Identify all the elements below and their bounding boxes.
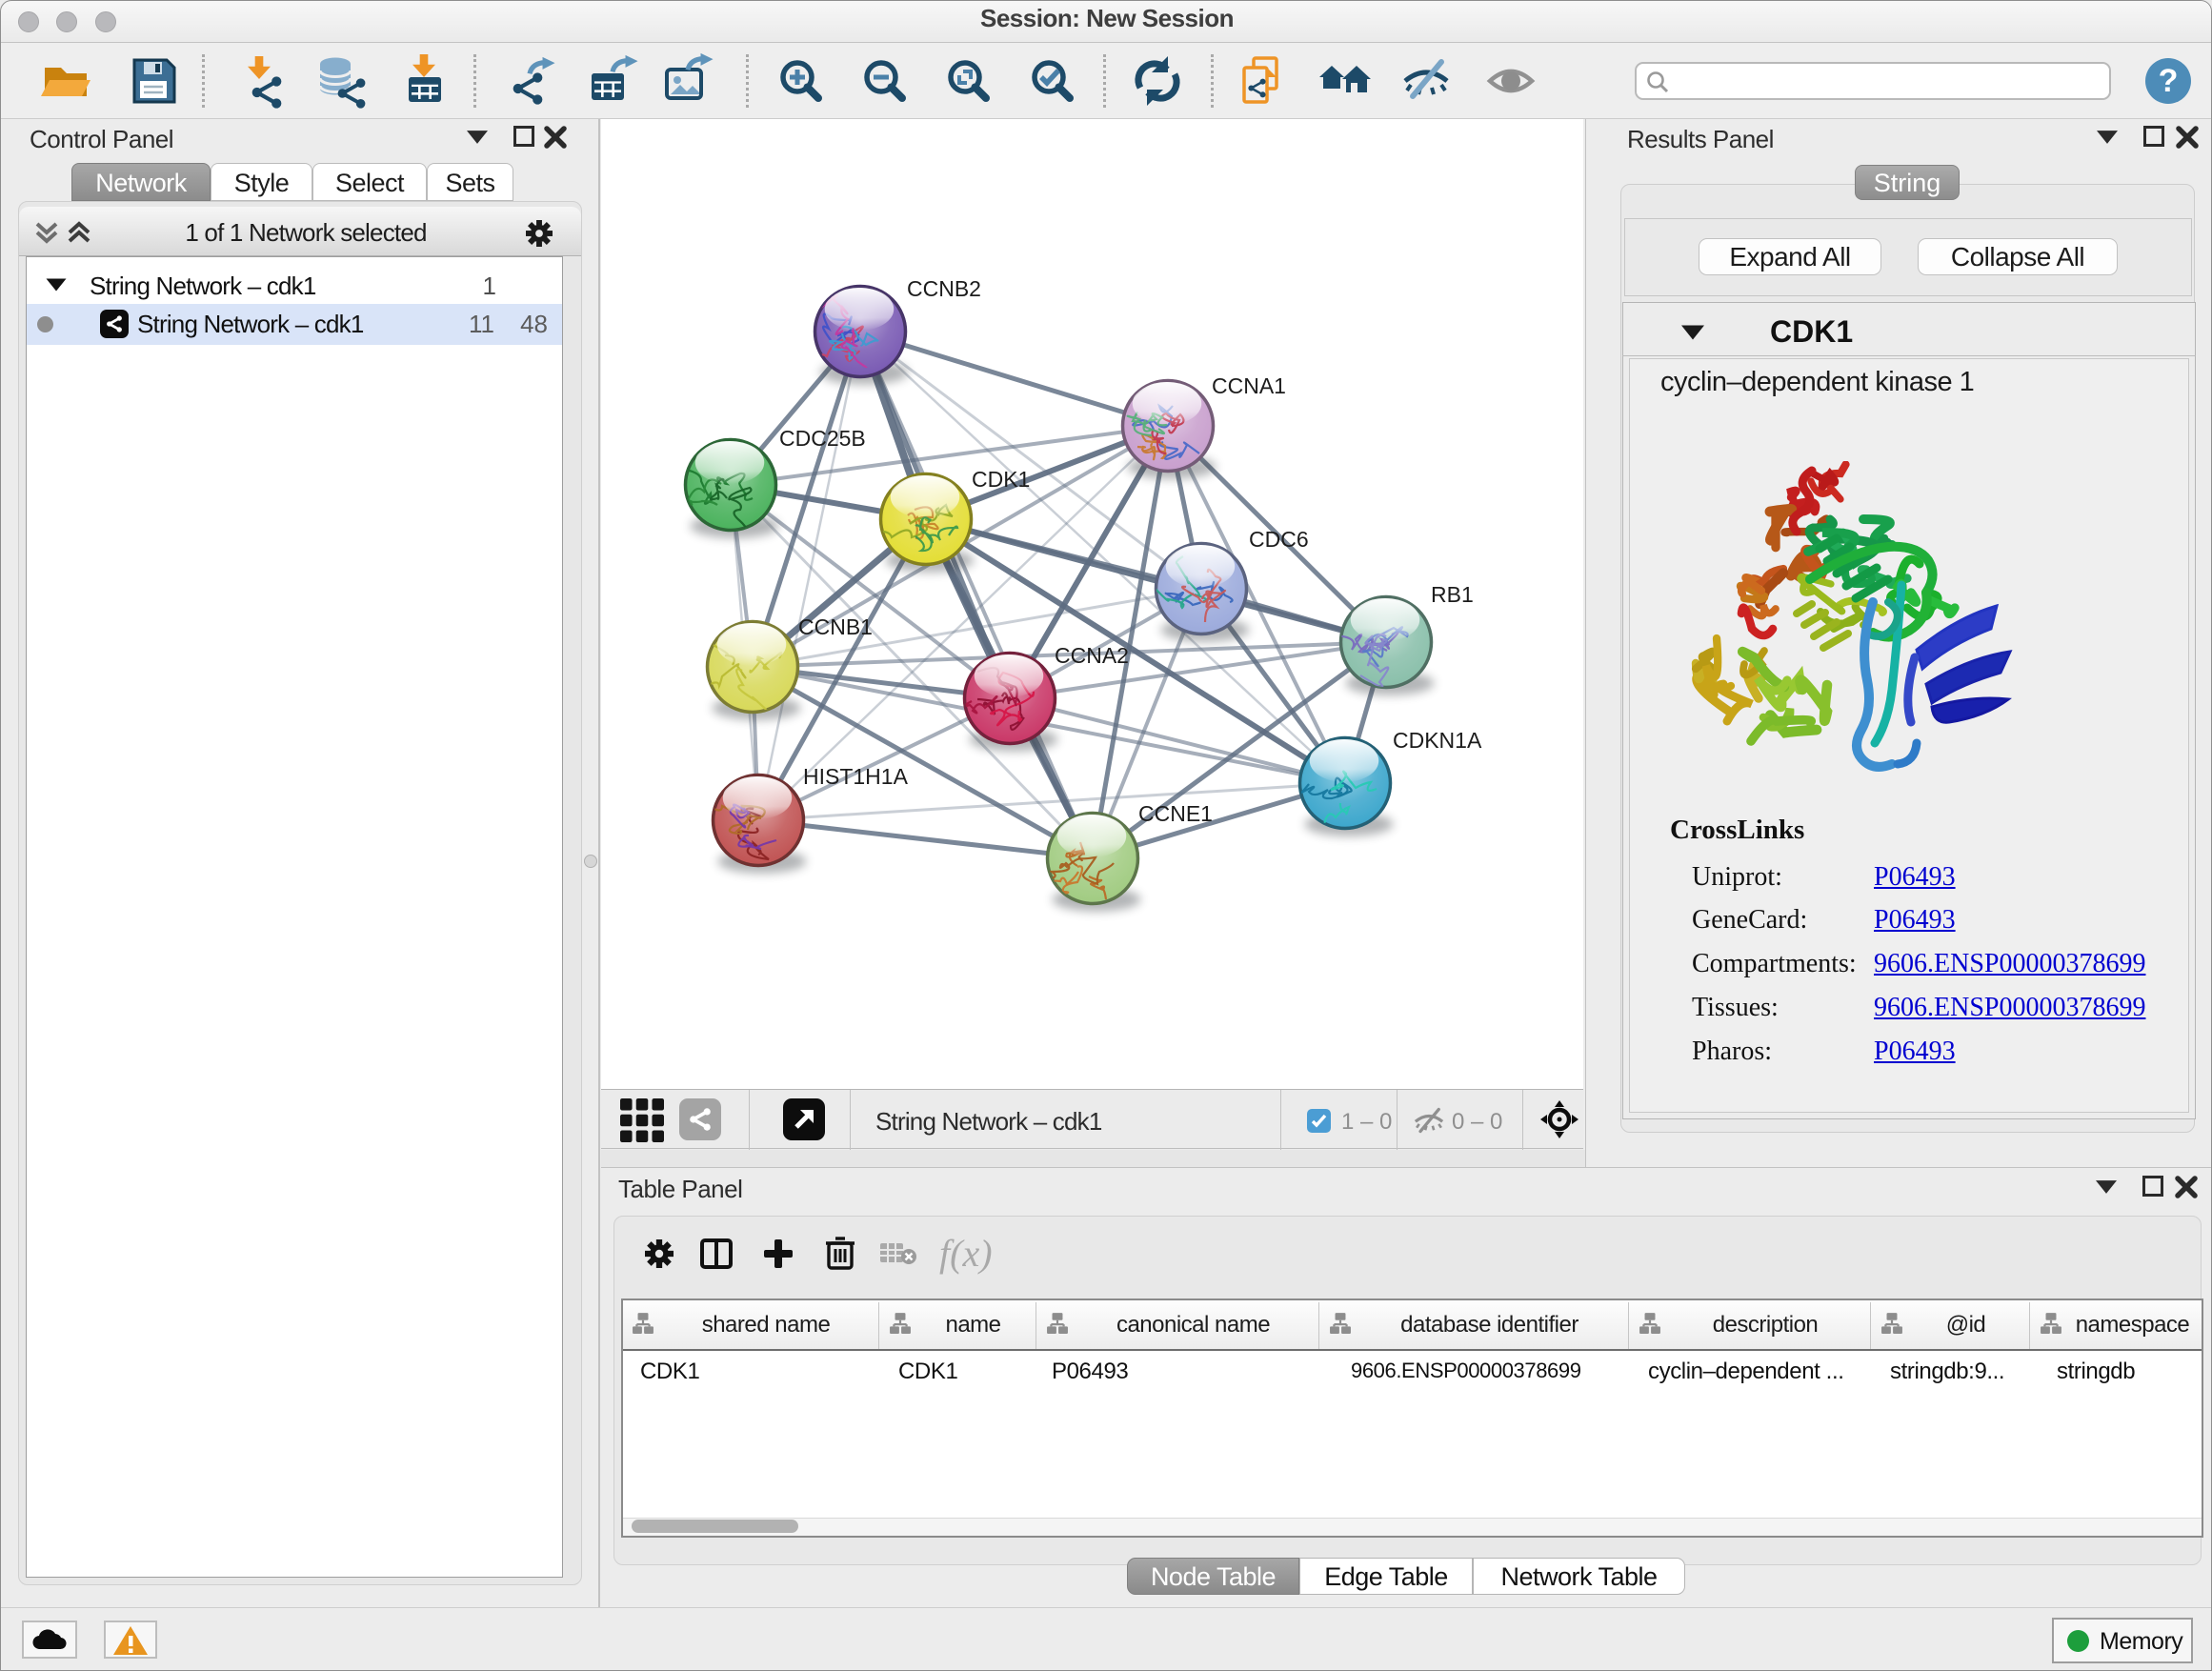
svg-text:CCNA2: CCNA2 <box>1055 643 1129 668</box>
svg-text:CDK1: CDK1 <box>972 467 1030 492</box>
svg-text:CCNB1: CCNB1 <box>798 614 873 639</box>
svg-text:CDC25B: CDC25B <box>779 426 866 451</box>
svg-text:RB1: RB1 <box>1431 582 1474 607</box>
svg-text:CCNB2: CCNB2 <box>907 276 981 301</box>
svg-text:CCNE1: CCNE1 <box>1138 801 1213 826</box>
svg-text:CDKN1A: CDKN1A <box>1393 728 1482 753</box>
svg-text:CCNA1: CCNA1 <box>1212 373 1286 398</box>
svg-text:HIST1H1A: HIST1H1A <box>803 764 909 789</box>
svg-text:CDC6: CDC6 <box>1249 527 1309 552</box>
